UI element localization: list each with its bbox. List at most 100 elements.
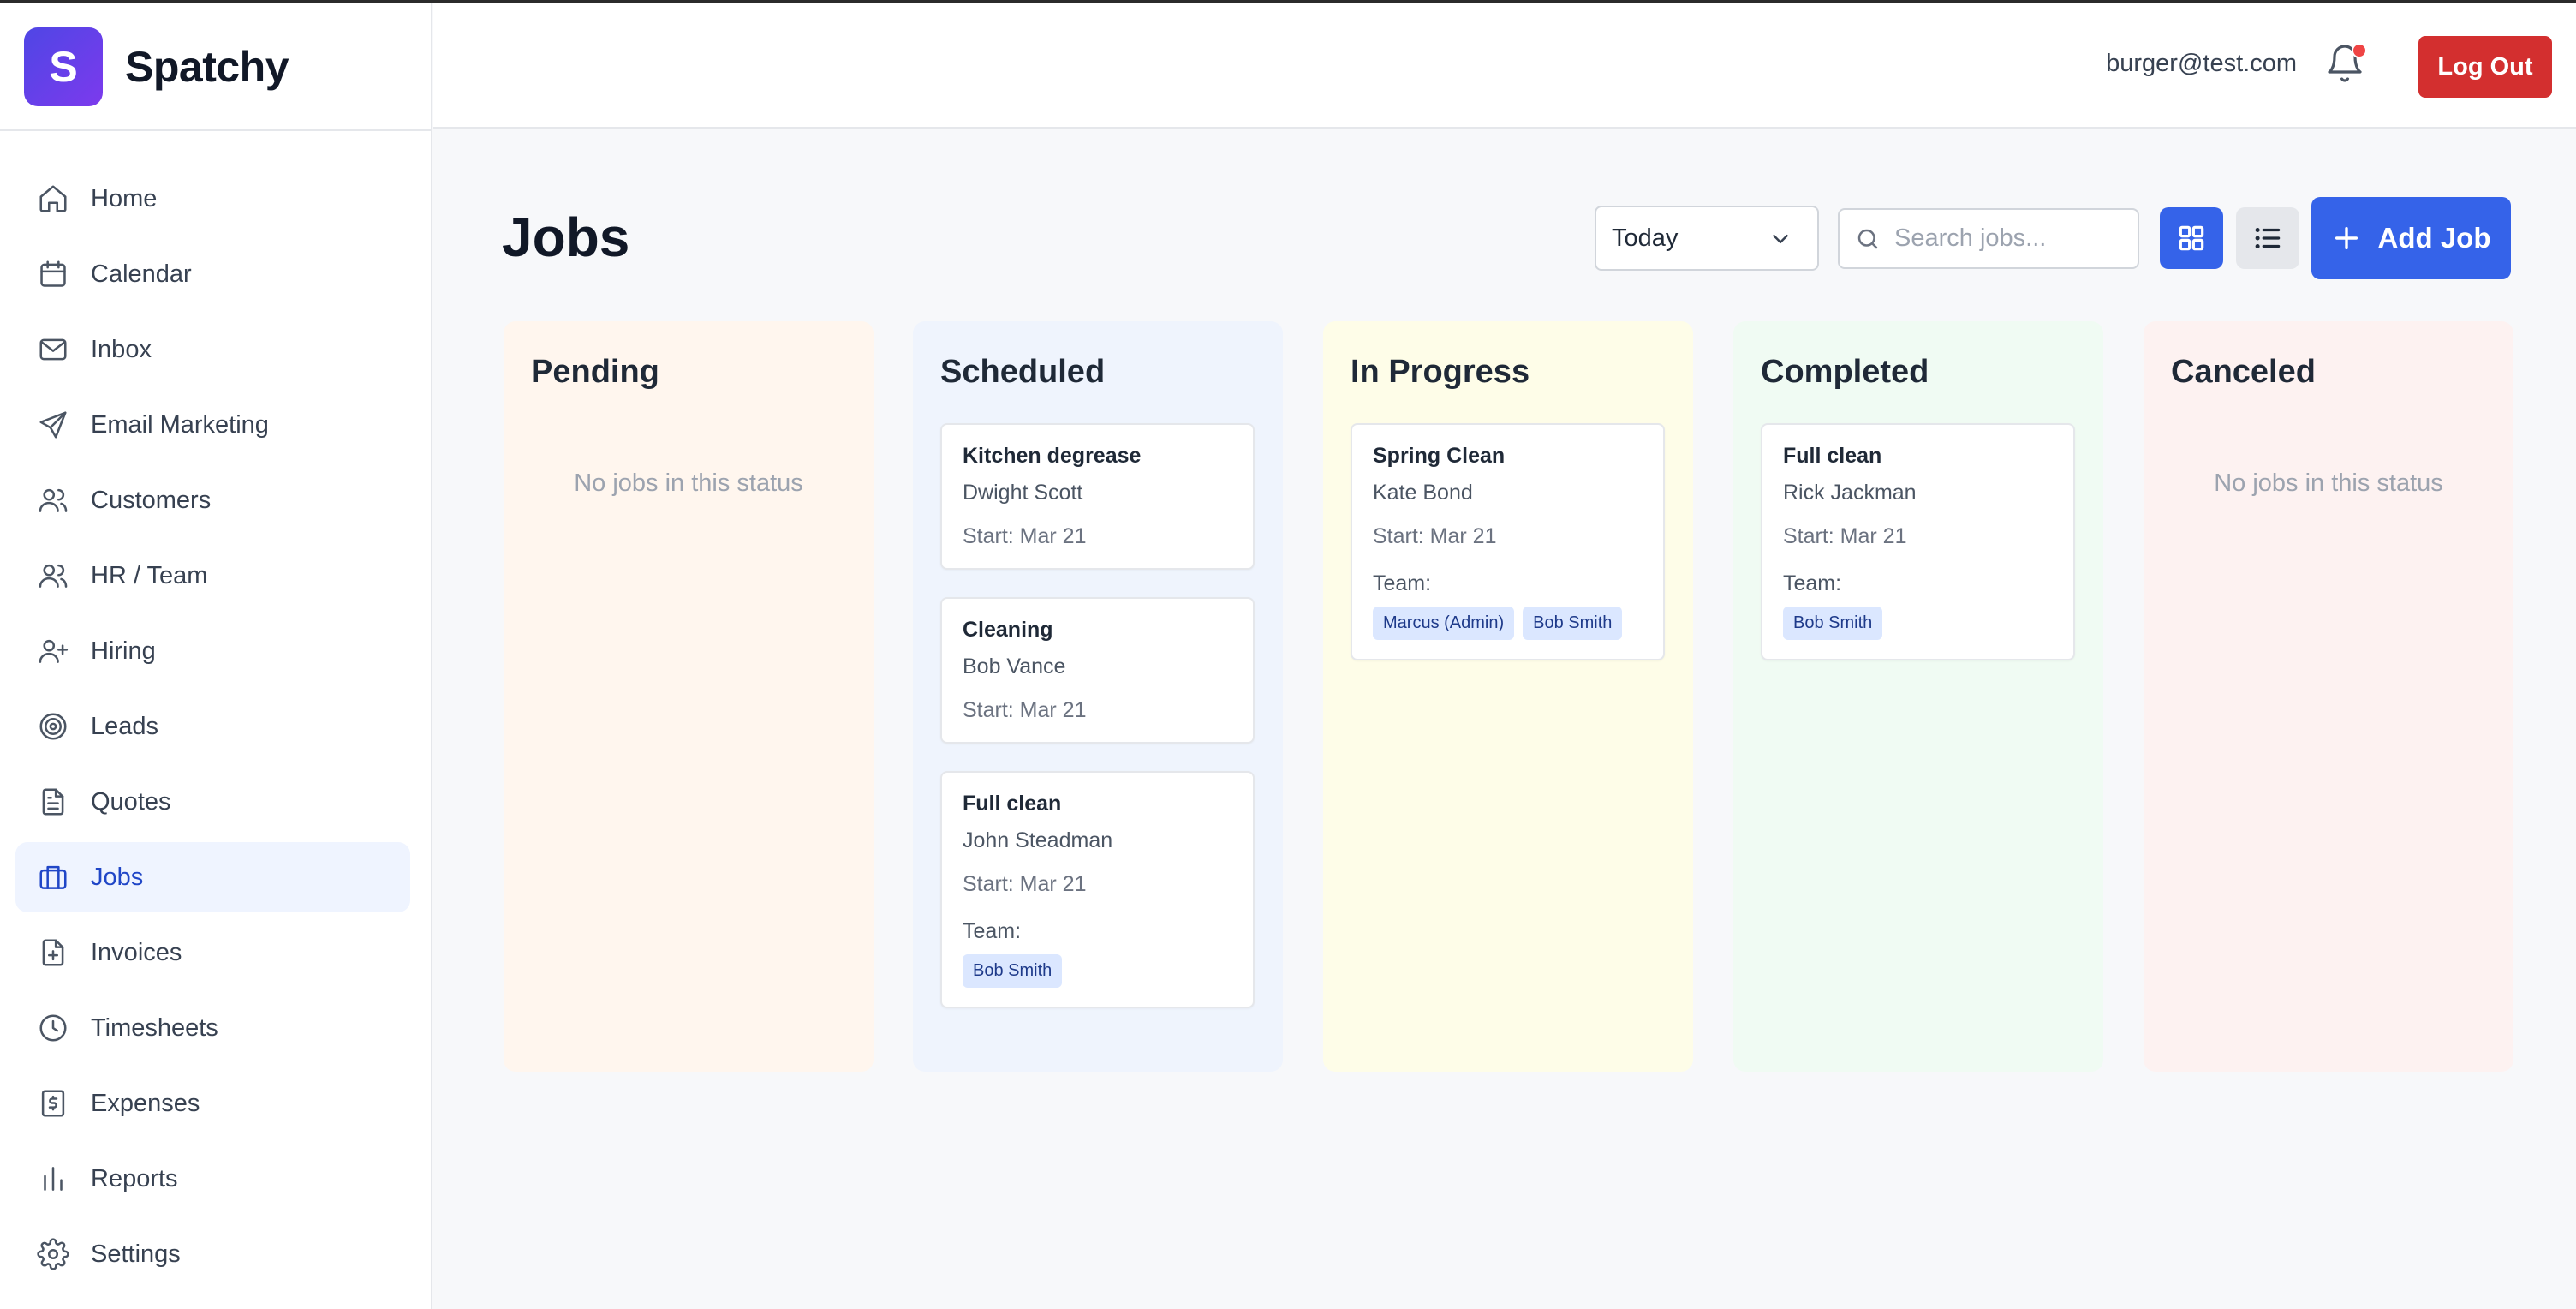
column-scheduled: Scheduled Kitchen degrease Dwight Scott Sta… <box>913 321 1283 1072</box>
sidebar-item-leads[interactable]: Leads <box>15 691 410 762</box>
job-client: Dwight Scott <box>963 481 1083 505</box>
gear-icon <box>36 1237 70 1271</box>
job-start-date: Start: Mar 21 <box>1373 524 1497 548</box>
sidebar-item-email-marketing[interactable]: Email Marketing <box>15 390 410 460</box>
sidebar-item-settings[interactable]: Settings <box>15 1219 410 1289</box>
job-title: Full clean <box>1783 444 1882 468</box>
sidebar-item-label: Leads <box>91 712 159 740</box>
team-member-tag: Marcus (Admin) <box>1373 607 1515 640</box>
sidebar-item-label: Invoices <box>91 938 182 966</box>
sidebar-item-label: Timesheets <box>91 1013 218 1042</box>
sidebar-item-label: Inbox <box>91 335 152 363</box>
job-client: John Steadman <box>963 828 1113 852</box>
job-client: Rick Jackman <box>1783 481 1917 505</box>
column-title: Canceled <box>2171 354 2316 390</box>
sidebar-item-label: Settings <box>91 1240 181 1268</box>
sidebar-item-label: Email Marketing <box>91 410 269 439</box>
job-card[interactable]: Full clean John Steadman Start: Mar 21 Team… <box>940 771 1255 1008</box>
list-icon <box>2255 227 2281 249</box>
team-tags: Bob Smith <box>963 954 1232 988</box>
sidebar-item-label: Calendar <box>91 260 192 288</box>
sidebar-item-calendar[interactable]: Calendar <box>15 239 410 309</box>
sidebar: S Spatchy Home Calendar Inbox Email Marketi… <box>0 3 432 1309</box>
job-team-label: Team: <box>963 919 1022 943</box>
team-tags: Bob Smith <box>1783 607 2053 640</box>
job-start-date: Start: Mar 21 <box>963 872 1087 896</box>
sidebar-item-label: HR / Team <box>91 561 208 589</box>
sidebar-item-reports[interactable]: Reports <box>15 1144 410 1214</box>
clock-icon <box>36 1011 70 1045</box>
notifications-button[interactable] <box>2324 43 2369 87</box>
user-plus-icon <box>36 634 70 668</box>
app-logo: S <box>24 27 103 106</box>
file-plus-icon <box>36 935 70 970</box>
team-tags: Marcus (Admin) Bob Smith <box>1373 607 1643 640</box>
empty-state: No jobs in this status <box>2214 469 2443 497</box>
app-name: Spatchy <box>125 42 289 91</box>
job-title: Full clean <box>963 792 1062 816</box>
sidebar-item-label: Expenses <box>91 1089 200 1117</box>
calendar-icon <box>36 257 70 291</box>
team-member-tag: Bob Smith <box>1783 607 1883 640</box>
sidebar-item-label: Customers <box>91 486 212 514</box>
sidebar-item-expenses[interactable]: Expenses <box>15 1068 410 1139</box>
job-client: Kate Bond <box>1373 481 1473 505</box>
notification-dot <box>2352 43 2367 58</box>
column-title: In Progress <box>1351 354 1530 390</box>
sidebar-item-hr-team[interactable]: HR / Team <box>15 541 410 611</box>
search-icon <box>1857 229 1878 248</box>
sidebar-item-label: Hiring <box>91 637 156 665</box>
briefcase-icon <box>36 860 70 894</box>
top-header: burger@test.com Log Out <box>433 3 2576 129</box>
job-card[interactable]: Cleaning Bob Vance Start: Mar 21 <box>940 597 1255 744</box>
sidebar-item-quotes[interactable]: Quotes <box>15 767 410 837</box>
grid-view-button[interactable] <box>2160 207 2223 269</box>
job-start-date: Start: Mar 21 <box>963 524 1087 548</box>
receipt-icon <box>36 1086 70 1121</box>
bar-chart-icon <box>36 1162 70 1196</box>
job-card[interactable]: Full clean Rick Jackman Start: Mar 21 Team:… <box>1761 423 2075 660</box>
job-title: Cleaning <box>963 618 1053 642</box>
date-filter-select[interactable]: Today <box>1595 206 1819 271</box>
sidebar-item-hiring[interactable]: Hiring <box>15 616 410 686</box>
job-title: Kitchen degrease <box>963 444 1142 468</box>
add-job-label: Add Job <box>2377 222 2491 254</box>
sidebar-item-label: Reports <box>91 1164 178 1192</box>
users-icon <box>36 483 70 517</box>
mail-icon <box>36 332 70 367</box>
column-pending: Pending No jobs in this status <box>504 321 874 1072</box>
column-title: Scheduled <box>940 354 1106 390</box>
sidebar-item-jobs[interactable]: Jobs <box>15 842 410 912</box>
file-text-icon <box>36 785 70 819</box>
send-icon <box>36 408 70 442</box>
job-start-date: Start: Mar 21 <box>1783 524 1907 548</box>
sidebar-item-inbox[interactable]: Inbox <box>15 314 410 385</box>
search-input[interactable] <box>1894 224 2134 253</box>
sidebar-item-label: Quotes <box>91 787 171 816</box>
page-title: Jobs <box>502 206 630 268</box>
list-view-button[interactable] <box>2236 207 2299 269</box>
job-team-label: Team: <box>1783 571 1842 595</box>
job-team-label: Team: <box>1373 571 1432 595</box>
column-canceled: Canceled No jobs in this status <box>2144 321 2513 1072</box>
sidebar-item-customers[interactable]: Customers <box>15 465 410 535</box>
job-card[interactable]: Spring Clean Kate Bond Start: Mar 21 Team: M… <box>1351 423 1665 660</box>
sidebar-nav: Home Calendar Inbox Email Marketing Customer… <box>0 131 431 1289</box>
home-icon <box>36 182 70 216</box>
add-job-button[interactable]: Add Job <box>2311 197 2511 279</box>
column-title: Completed <box>1761 354 1929 390</box>
sidebar-item-label: Home <box>91 184 158 212</box>
sidebar-item-invoices[interactable]: Invoices <box>15 917 410 988</box>
job-card[interactable]: Kitchen degrease Dwight Scott Start: Mar 2… <box>940 423 1255 570</box>
team-member-tag: Bob Smith <box>963 954 1063 988</box>
job-title: Spring Clean <box>1373 444 1506 468</box>
search-box <box>1838 208 2139 269</box>
column-in-progress: In Progress Spring Clean Kate Bond Start: M… <box>1323 321 1693 1072</box>
date-filter-value: Today <box>1612 224 1679 252</box>
brand[interactable]: S Spatchy <box>0 3 431 131</box>
user-email: burger@test.com <box>2106 50 2297 77</box>
logout-button[interactable]: Log Out <box>2418 36 2552 98</box>
job-start-date: Start: Mar 21 <box>963 698 1087 722</box>
sidebar-item-home[interactable]: Home <box>15 164 410 234</box>
sidebar-item-timesheets[interactable]: Timesheets <box>15 993 410 1063</box>
